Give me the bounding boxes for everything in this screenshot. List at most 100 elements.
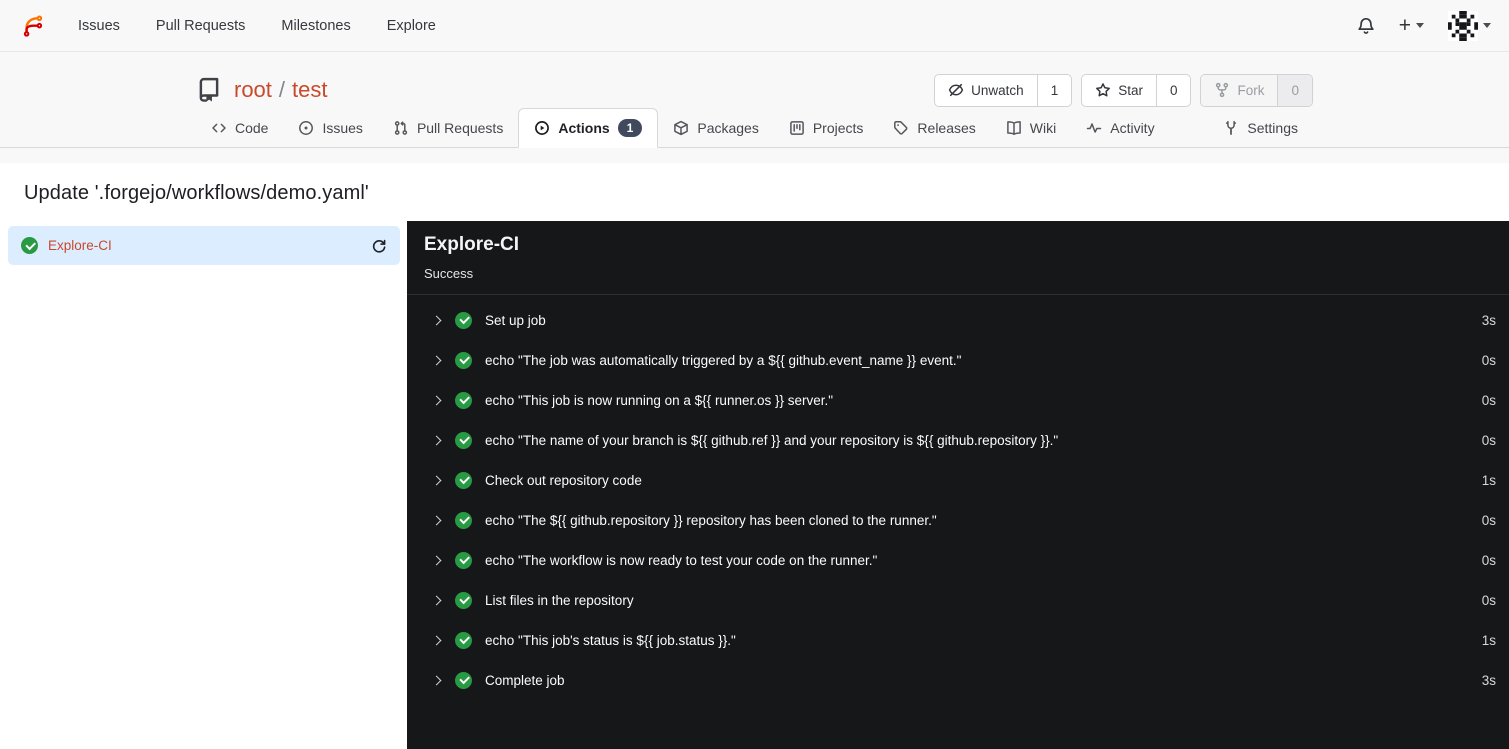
step-row[interactable]: echo "This job's status is ${{ job.statu… — [407, 620, 1509, 660]
star-icon — [1096, 83, 1111, 97]
step-name: List files in the repository — [485, 592, 634, 608]
fork-button-group: Fork 0 — [1200, 73, 1313, 107]
chevron-right-icon — [431, 355, 442, 365]
nav-issues[interactable]: Issues — [60, 0, 138, 52]
tab-label: Actions — [558, 120, 610, 136]
success-check-icon — [455, 591, 472, 609]
main-nav: Issues Pull Requests Milestones Explore — [60, 0, 454, 52]
step-duration: 0s — [1481, 512, 1496, 528]
step-name: echo "This job is now running on a ${{ r… — [485, 392, 834, 408]
tab-code[interactable]: Code — [196, 108, 283, 147]
step-name: echo "The ${{ github.repository }} repos… — [485, 512, 937, 528]
create-new-button[interactable]: + — [1399, 15, 1424, 36]
plus-icon: + — [1398, 14, 1411, 37]
tab-issues[interactable]: Issues — [283, 108, 377, 147]
forgejo-logo[interactable] — [22, 15, 44, 37]
repo-owner-link[interactable]: root — [234, 77, 272, 103]
step-row[interactable]: echo "The workflow is now ready to test … — [407, 540, 1509, 580]
nav-explore[interactable]: Explore — [369, 0, 454, 52]
watchers-count[interactable]: 1 — [1036, 74, 1072, 106]
chevron-right-icon — [431, 315, 442, 325]
job-panel-title: Explore-CI — [424, 234, 520, 255]
step-name: echo "The name of your branch is ${{ git… — [485, 432, 1059, 448]
chevron-right-icon — [431, 475, 442, 485]
navbar-right: + — [1357, 10, 1499, 41]
job-log-panel: Explore-CI Success Set up job 3s echo "T… — [407, 221, 1509, 749]
step-duration: 0s — [1481, 552, 1496, 568]
repo-breadcrumb: root / test — [234, 77, 328, 103]
chevron-right-icon — [431, 675, 442, 685]
step-duration: 3s — [1481, 312, 1496, 328]
success-check-icon — [455, 471, 472, 489]
breadcrumb-separator: / — [278, 77, 286, 102]
repo-name-link[interactable]: test — [292, 77, 327, 103]
step-row[interactable]: echo "The name of your branch is ${{ git… — [407, 420, 1509, 460]
fork-button[interactable]: Fork — [1201, 74, 1278, 106]
tab-projects[interactable]: Projects — [774, 108, 879, 147]
job-panel-header: Explore-CI Success — [407, 221, 1509, 295]
step-name: Check out repository code — [485, 472, 642, 488]
tab-label: Issues — [322, 119, 363, 136]
nav-milestones[interactable]: Milestones — [263, 0, 368, 52]
actions-count-badge: 1 — [617, 118, 643, 138]
repo-tab-strip: Code Issues Pull Requests Actions 1 Pack… — [0, 108, 1509, 148]
tab-wiki[interactable]: Wiki — [991, 108, 1071, 147]
step-row[interactable]: echo "The ${{ github.repository }} repos… — [407, 500, 1509, 540]
star-label: Star — [1118, 82, 1143, 98]
git-fork-icon — [1216, 82, 1229, 98]
project-icon — [789, 120, 805, 136]
chevron-right-icon — [431, 515, 442, 525]
step-name: echo "The workflow is now ready to test … — [485, 552, 878, 568]
tab-label: Code — [235, 119, 269, 136]
step-row[interactable]: Complete job 3s — [407, 660, 1509, 700]
tab-releases[interactable]: Releases — [878, 108, 990, 147]
user-menu-button[interactable] — [1448, 10, 1491, 41]
stars-count[interactable]: 0 — [1155, 74, 1191, 106]
chevron-right-icon — [431, 395, 442, 405]
chevron-right-icon — [431, 435, 442, 445]
tab-label: Pull Requests — [416, 119, 504, 136]
step-name: echo "The job was automatically triggere… — [485, 352, 962, 368]
step-row[interactable]: List files in the repository 0s — [407, 580, 1509, 620]
step-row[interactable]: echo "The job was automatically triggere… — [407, 340, 1509, 380]
star-button[interactable]: Star — [1082, 75, 1156, 106]
step-row[interactable]: Check out repository code 1s — [407, 460, 1509, 500]
avatar — [1448, 10, 1478, 41]
forks-count[interactable]: 0 — [1277, 74, 1312, 106]
success-check-icon — [455, 671, 472, 689]
unwatch-button[interactable]: Unwatch — [935, 75, 1037, 106]
top-navbar: Issues Pull Requests Milestones Explore … — [0, 0, 1509, 52]
step-duration: 1s — [1481, 472, 1496, 488]
success-check-icon — [455, 311, 472, 329]
pulse-icon — [1086, 120, 1102, 136]
step-row[interactable]: Set up job 3s — [407, 300, 1509, 340]
nav-pull-requests[interactable]: Pull Requests — [138, 0, 263, 52]
tab-label: Activity — [1110, 119, 1155, 136]
step-duration: 3s — [1481, 672, 1496, 688]
notifications-button[interactable] — [1357, 17, 1375, 35]
tab-pull-requests[interactable]: Pull Requests — [378, 108, 518, 147]
tab-label: Settings — [1247, 119, 1298, 136]
tab-actions[interactable]: Actions 1 — [518, 108, 659, 148]
rerun-job-button[interactable] — [371, 238, 387, 254]
refresh-icon — [372, 239, 386, 253]
bell-icon — [1358, 17, 1374, 34]
steps-list: Set up job 3s echo "The job was automati… — [407, 295, 1509, 700]
actions-run-view: Update '.forgejo/workflows/demo.yaml' Ex… — [0, 163, 1509, 749]
job-list-item[interactable]: Explore-CI — [8, 226, 400, 265]
success-check-icon — [21, 237, 38, 254]
repo-header-section: root / test Unwatch 1 Star 0 Fork 0 Code… — [0, 52, 1509, 163]
tab-activity[interactable]: Activity — [1071, 108, 1169, 147]
issue-opened-icon — [298, 120, 314, 136]
tab-label: Packages — [697, 119, 759, 136]
success-check-icon — [455, 551, 472, 569]
jobs-sidebar: Explore-CI — [0, 221, 407, 749]
unwatch-label: Unwatch — [971, 82, 1024, 98]
tab-packages[interactable]: Packages — [658, 108, 773, 147]
job-name: Explore-CI — [48, 238, 112, 253]
step-row[interactable]: echo "This job is now running on a ${{ r… — [407, 380, 1509, 420]
star-button-group: Star 0 — [1081, 73, 1192, 107]
forgejo-app: Issues Pull Requests Milestones Explore … — [0, 0, 1509, 749]
success-check-icon — [455, 351, 472, 369]
tab-settings[interactable]: Settings — [1208, 108, 1313, 147]
